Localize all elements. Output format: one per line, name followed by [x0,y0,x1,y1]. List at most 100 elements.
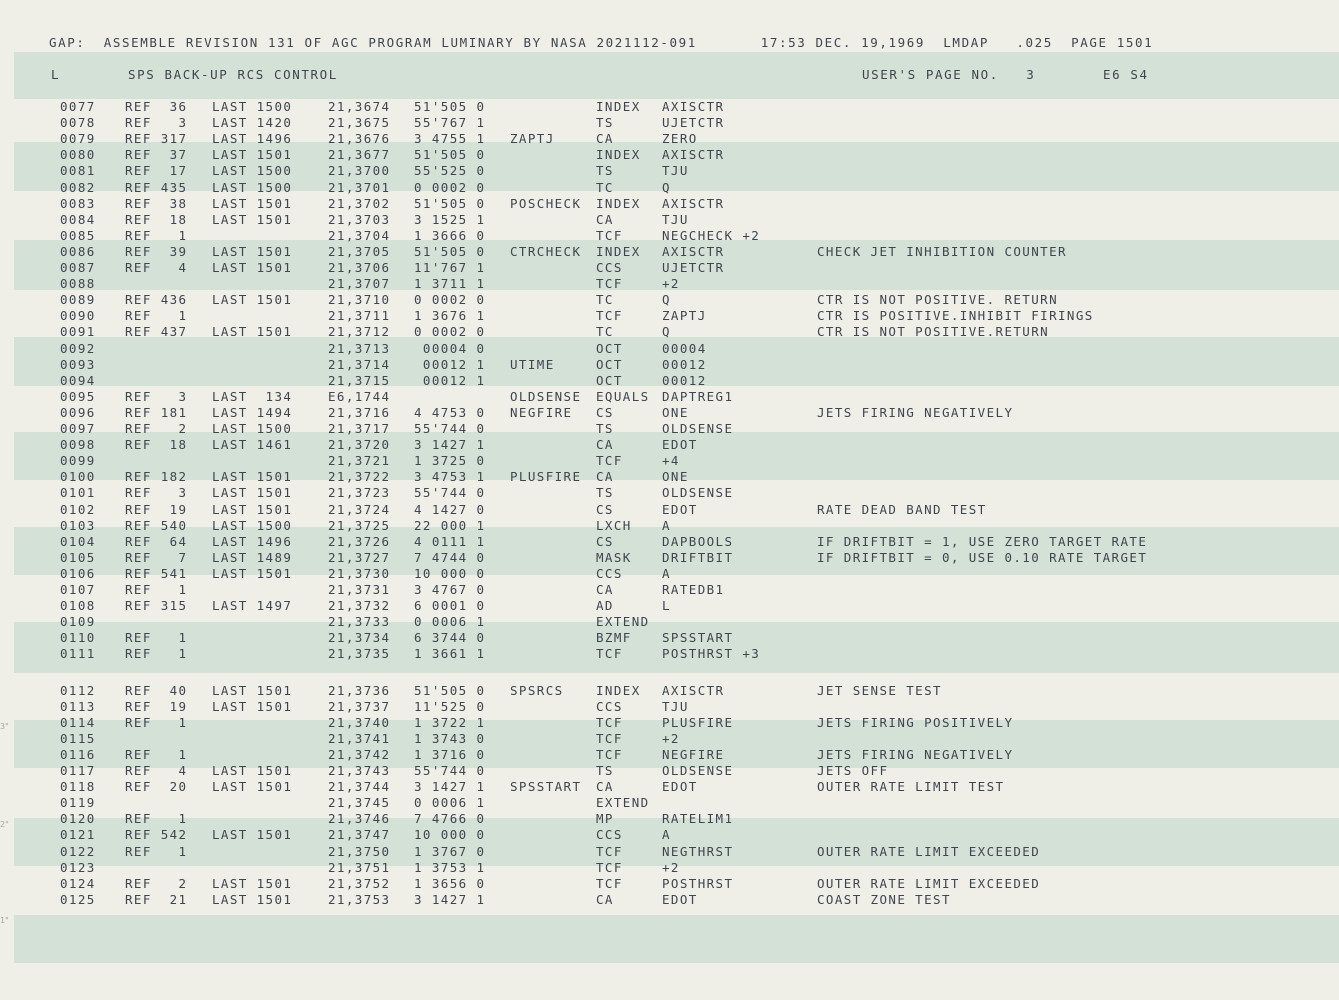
symbol-label: SPSSTART [510,779,582,795]
opcode: TCF [596,730,623,746]
octal-word: 00012 1 [414,372,486,388]
opcode: AD [596,598,614,614]
last-page: LAST 1501 [212,260,293,275]
line-number: 0098 [60,437,96,453]
opcode: CS [596,501,614,517]
address: 21,3722 [328,469,391,485]
comment: CTR IS POSITIVE.INHIBIT FIRINGS [817,308,1094,324]
address: 21,3736 [328,682,391,698]
comment: OUTER RATE LIMIT EXCEEDED [817,843,1041,859]
bank-indicator: E6 S4 [1103,67,1149,82]
listing-row: 0079 REF 317 LAST 1496 21,3676 3 4755 1 ZAPTJ… [0,132,1339,146]
operand: TJU [662,211,689,227]
listing-row: 0084 REF 18 LAST 1501 21,3703 3 1525 1 CA TJU [0,211,1339,227]
address: 21,3703 [328,211,391,227]
address: 21,3676 [328,131,391,147]
listing-row: 0099 21,3721 1 3725 0 TCF +4 [0,454,1339,468]
ref-count: REF 20 [125,779,188,795]
ref-count: REF 39 [125,243,188,259]
opcode: OCT [596,356,623,372]
listing-row: 0103 REF 540 LAST 1500 21,3725 22 000 1 LXCH A [0,518,1339,533]
operand: POSTHRST [662,875,734,891]
line-number: 0121 [60,827,96,843]
octal-word: 1 3716 0 [414,746,486,762]
line-number: 0108 [60,598,96,614]
opcode: CA [596,582,614,597]
comment: JET SENSE TEST [817,682,942,698]
address: 21,3675 [328,115,391,131]
listing-row: 0100 REF 182 LAST 1501 21,3722 3 4753 1 PLUSF… [0,470,1339,484]
line-number: 0102 [60,501,96,517]
last-page: LAST 1500 [212,163,293,179]
listing-row: 0077 REF 36 LAST 1500 21,3674 51'505 0 INDEX A… [0,100,1339,114]
opcode: CA [596,131,614,147]
operand: SPSSTART [662,630,734,646]
ref-count: REF 315 [125,598,188,614]
line-number: 0123 [60,859,96,875]
address: 21,3705 [328,243,391,259]
last-page: LAST 1500 [212,421,293,436]
ref-count: REF 17 [125,163,188,179]
opcode: CA [596,779,614,795]
last-page: LAST 1496 [212,533,293,549]
address: 21,3702 [328,195,391,211]
ref-count: REF 64 [125,533,188,549]
last-page: LAST 1501 [212,243,293,259]
ref-count: REF 19 [125,698,188,714]
line-number: 0109 [60,614,96,630]
operand: A [662,827,671,843]
last-page: LAST 1501 [212,292,293,308]
operand: 00012 [662,372,707,388]
address: 21,3747 [328,827,391,843]
operand: POSTHRST +3 [662,646,761,662]
operand: AXISCTR [662,243,725,259]
ref-count: REF 4 [125,260,188,275]
operand: ZAPTJ [662,308,707,324]
listing-row: 0107 REF 1 21,3731 3 4767 0 CA RATEDB1 [0,583,1339,597]
octal-word: 0 0002 0 [414,324,486,340]
address: 21,3717 [328,421,391,436]
symbol-label: SPSRCS [510,682,564,698]
last-page: LAST 1500 [212,99,293,114]
comment: JETS FIRING POSITIVELY [817,714,1014,730]
line-number: 0087 [60,260,96,275]
octal-word: 55'744 0 [414,421,486,436]
address: 21,3701 [328,179,391,195]
line-number: 0112 [60,682,96,698]
opcode: CA [596,437,614,453]
last-page: LAST 1501 [212,779,293,795]
ref-count: REF 1 [125,746,188,762]
octal-word: 0 0002 0 [414,179,486,195]
ref-count: REF 542 [125,827,188,843]
address: 21,3750 [328,843,391,859]
line-number: 0111 [60,646,96,662]
opcode: OCT [596,372,623,388]
octal-word: 11'767 1 [414,260,486,275]
comment: IF DRIFTBIT = 1, USE ZERO TARGET RATE [817,533,1148,549]
opcode: EQUALS [596,388,650,404]
listing-row: 0112 REF 40 LAST 1501 21,3736 51'505 0 SPSRCS… [0,682,1339,698]
address: 21,3726 [328,533,391,549]
listing-row: 0125 REF 21 LAST 1501 21,3753 3 1427 1 CA EDOT… [0,891,1339,907]
comment: COAST ZONE TEST [817,891,951,907]
operand: RATELIM1 [662,811,734,827]
octal-word: 1 3722 1 [414,714,486,730]
address: 21,3731 [328,582,391,597]
line-number: 0097 [60,421,96,436]
listing-row: 0109 21,3733 0 0006 1 EXTEND [0,615,1339,629]
ref-count: REF 1 [125,646,188,662]
line-number: 0081 [60,163,96,179]
octal-word: 0 0006 1 [414,795,486,811]
line-number: 0091 [60,324,96,340]
address: 21,3700 [328,163,391,179]
ref-count: REF 2 [125,875,188,891]
operand: TJU [662,163,689,179]
line-number: 0113 [60,698,96,714]
line-number: 0082 [60,179,96,195]
operand: NEGTHRST [662,843,734,859]
address: 21,3732 [328,598,391,614]
address: 21,3745 [328,795,391,811]
listing-row: 0124 REF 2 LAST 1501 21,3752 1 3656 0 TCF POST… [0,875,1339,891]
line-number: 0100 [60,469,96,485]
ref-count: REF 38 [125,195,188,211]
